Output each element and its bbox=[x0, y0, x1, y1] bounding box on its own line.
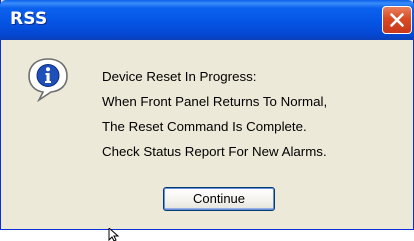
message-line: Device Reset In Progress: bbox=[102, 69, 257, 84]
dialog-title: RSS bbox=[10, 9, 48, 29]
message-line: Check Status Report For New Alarms. bbox=[102, 144, 327, 159]
message-line: When Front Panel Returns To Normal, bbox=[102, 94, 328, 109]
close-icon bbox=[390, 13, 404, 27]
dialog-body: Device Reset In Progress: When Front Pan… bbox=[1, 40, 413, 228]
continue-button[interactable]: Continue bbox=[163, 187, 275, 211]
title-bar[interactable]: RSS bbox=[0, 0, 414, 40]
message-line: The Reset Command Is Complete. bbox=[102, 119, 307, 134]
dialog-message: Device Reset In Progress: When Front Pan… bbox=[102, 64, 327, 164]
mouse-pointer-icon bbox=[108, 228, 120, 241]
rss-dialog: RSS Device Reset In Progress: When Front… bbox=[0, 0, 414, 230]
close-button[interactable] bbox=[382, 6, 412, 34]
info-icon bbox=[28, 58, 68, 102]
